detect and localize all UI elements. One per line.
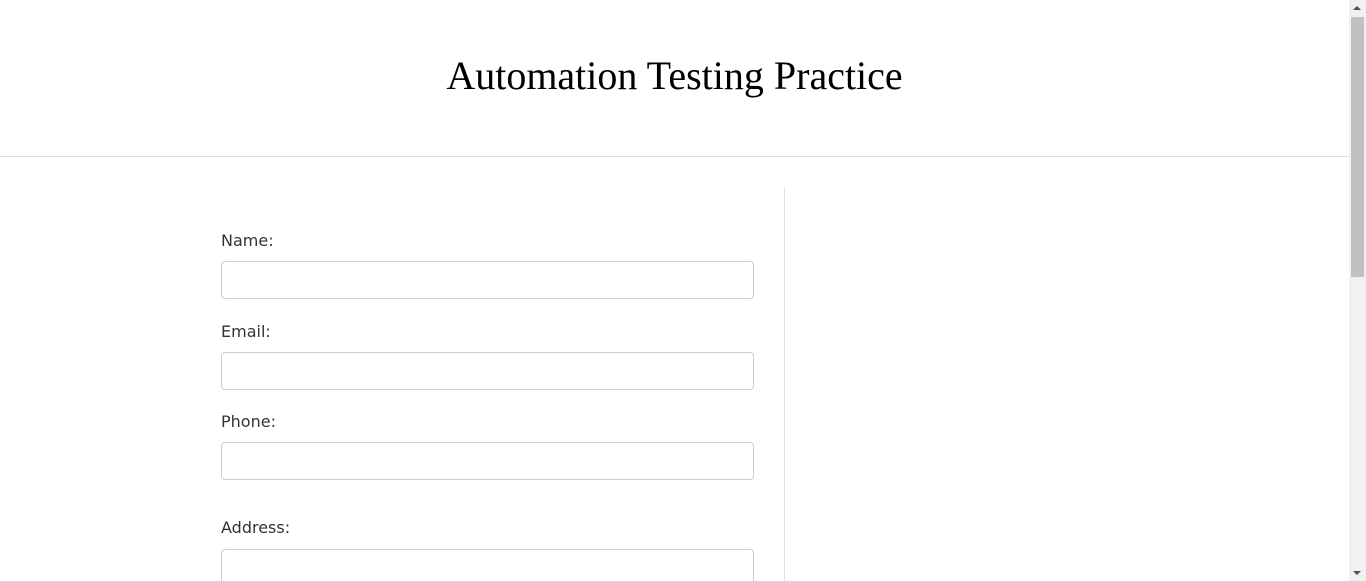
page: Automation Testing Practice Name: Email:…: [0, 0, 1349, 581]
vertical-scrollbar[interactable]: [1349, 0, 1366, 581]
name-input[interactable]: [221, 261, 754, 299]
site-header: Automation Testing Practice: [0, 0, 1349, 157]
address-textarea[interactable]: [221, 549, 754, 581]
scroll-up-arrow-icon[interactable]: [1349, 0, 1366, 17]
email-input[interactable]: [221, 352, 754, 390]
address-label: Address:: [221, 518, 291, 537]
page-title: Automation Testing Practice: [446, 53, 903, 98]
scroll-down-arrow-icon[interactable]: [1349, 564, 1366, 581]
name-label: Name:: [221, 231, 274, 250]
email-label: Email:: [221, 322, 271, 341]
phone-input[interactable]: [221, 442, 754, 480]
content-divider: [784, 187, 785, 581]
scrollbar-thumb[interactable]: [1351, 17, 1364, 277]
phone-label: Phone:: [221, 412, 276, 431]
